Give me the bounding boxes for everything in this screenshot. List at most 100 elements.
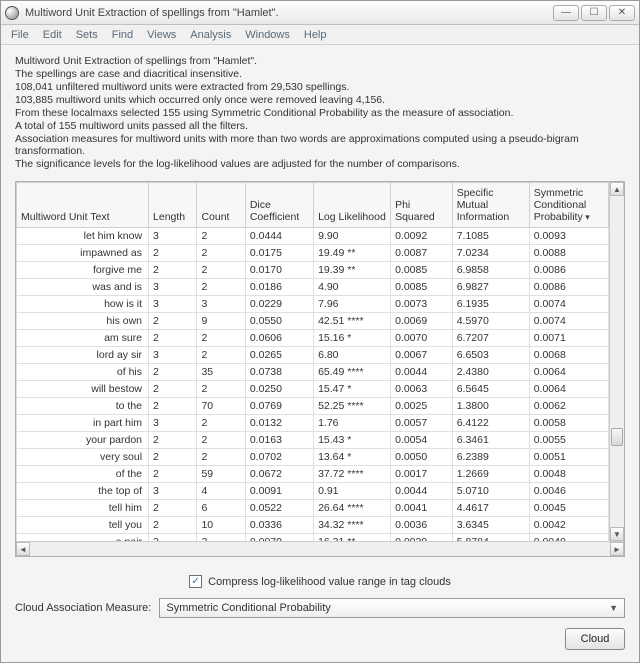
col-scp[interactable]: Symmetric Conditional Probability (529, 183, 608, 228)
hscroll-track[interactable] (30, 542, 610, 556)
col-phi[interactable]: Phi Squared (391, 183, 453, 228)
cell: a pair (17, 534, 149, 542)
scroll-track[interactable] (610, 196, 624, 527)
menu-analysis[interactable]: Analysis (184, 27, 237, 43)
table-row[interactable]: to the2700.076952.25 ****0.00251.38000.0… (17, 398, 609, 415)
table-row[interactable]: very soul220.070213.64 *0.00506.23890.00… (17, 449, 609, 466)
scroll-thumb[interactable] (611, 428, 623, 446)
info-line: Multiword Unit Extraction of spellings f… (15, 55, 625, 67)
info-line: The spellings are case and diacritical i… (15, 68, 625, 80)
measure-value: Symmetric Conditional Probability (166, 602, 330, 614)
col-dice[interactable]: Dice Coefficient (245, 183, 313, 228)
cell: 0.0044 (391, 364, 453, 381)
table-row[interactable]: the top of340.00910.910.00445.07100.0046 (17, 483, 609, 500)
cell: 9.90 (314, 228, 391, 245)
compress-row: ✓ Compress log-likelihood value range in… (15, 575, 625, 588)
table-row[interactable]: tell you2100.033634.32 ****0.00363.63450… (17, 517, 609, 534)
vertical-scrollbar[interactable]: ▲ ▼ (609, 182, 624, 541)
cell: 0.0062 (529, 398, 608, 415)
table-row[interactable]: of the2590.067237.72 ****0.00171.26690.0… (17, 466, 609, 483)
cell: 2 (149, 517, 197, 534)
cell: 0.0048 (529, 466, 608, 483)
cloud-button[interactable]: Cloud (565, 628, 625, 650)
measure-select[interactable]: Symmetric Conditional Probability ▼ (159, 598, 625, 618)
table-row[interactable]: will bestow220.025015.47 *0.00636.56450.… (17, 381, 609, 398)
table-row[interactable]: a pair220.007916.31 **0.00395.87840.0040 (17, 534, 609, 542)
cell: 0.0186 (245, 279, 313, 296)
col-smi[interactable]: Specific Mutual Information (452, 183, 529, 228)
cell: 1.2669 (452, 466, 529, 483)
cell: 0.0055 (529, 432, 608, 449)
table-row[interactable]: let him know320.04449.900.00927.10850.00… (17, 228, 609, 245)
table-row[interactable]: impawned as220.017519.49 **0.00877.02340… (17, 245, 609, 262)
app-icon (5, 6, 19, 20)
cell: 2 (149, 534, 197, 542)
cell: 34.32 **** (314, 517, 391, 534)
cell: 6.4122 (452, 415, 529, 432)
cell: 0.0229 (245, 296, 313, 313)
cell: 1.3800 (452, 398, 529, 415)
col-loglik[interactable]: Log Likelihood (314, 183, 391, 228)
table-row[interactable]: of his2350.073865.49 ****0.00442.43800.0… (17, 364, 609, 381)
cell: 6.6503 (452, 347, 529, 364)
horizontal-scrollbar[interactable]: ◄ ► (16, 541, 624, 556)
cell: 0.0067 (391, 347, 453, 364)
table-row[interactable]: was and is320.01864.900.00856.98270.0086 (17, 279, 609, 296)
table-row[interactable]: lord ay sir320.02656.800.00676.65030.006… (17, 347, 609, 364)
menu-help[interactable]: Help (298, 27, 333, 43)
menu-sets[interactable]: Sets (70, 27, 104, 43)
table-row[interactable]: his own290.055042.51 ****0.00694.59700.0… (17, 313, 609, 330)
compress-label: Compress log-likelihood value range in t… (208, 576, 451, 588)
menu-edit[interactable]: Edit (37, 27, 68, 43)
maximize-button[interactable]: ☐ (581, 5, 607, 21)
cell: 1.76 (314, 415, 391, 432)
menubar: File Edit Sets Find Views Analysis Windo… (1, 25, 639, 45)
cell: 0.91 (314, 483, 391, 500)
cell: 6.5645 (452, 381, 529, 398)
menu-file[interactable]: File (5, 27, 35, 43)
cell: 26.64 **** (314, 500, 391, 517)
table-row[interactable]: tell him260.052226.64 ****0.00414.46170.… (17, 500, 609, 517)
titlebar: Multiword Unit Extraction of spellings f… (1, 1, 639, 25)
cell: of his (17, 364, 149, 381)
minimize-button[interactable]: — (553, 5, 579, 21)
col-text[interactable]: Multiword Unit Text (17, 183, 149, 228)
results-table: Multiword Unit Text Length Count Dice Co… (16, 182, 609, 541)
cell: 0.0092 (391, 228, 453, 245)
menu-views[interactable]: Views (141, 27, 182, 43)
cell: 0.0163 (245, 432, 313, 449)
menu-windows[interactable]: Windows (239, 27, 296, 43)
col-length[interactable]: Length (149, 183, 197, 228)
col-count[interactable]: Count (197, 183, 245, 228)
scroll-right-icon[interactable]: ► (610, 542, 624, 556)
close-button[interactable]: ✕ (609, 5, 635, 21)
cell: 0.0444 (245, 228, 313, 245)
table-row[interactable]: your pardon220.016315.43 *0.00546.34610.… (17, 432, 609, 449)
scroll-left-icon[interactable]: ◄ (16, 542, 30, 556)
scroll-up-icon[interactable]: ▲ (610, 182, 624, 196)
cell: 0.0039 (391, 534, 453, 542)
cell: 2 (149, 500, 197, 517)
cell: your pardon (17, 432, 149, 449)
info-line: A total of 155 multiword units passed al… (15, 120, 625, 132)
scroll-down-icon[interactable]: ▼ (610, 527, 624, 541)
cell: the top of (17, 483, 149, 500)
cell: 2 (149, 313, 197, 330)
table-row[interactable]: am sure220.060615.16 *0.00706.72070.0071 (17, 330, 609, 347)
table-row[interactable]: in part him320.01321.760.00576.41220.005… (17, 415, 609, 432)
table-row[interactable]: forgive me220.017019.39 **0.00856.98580.… (17, 262, 609, 279)
cell: of the (17, 466, 149, 483)
cell: 0.0086 (529, 279, 608, 296)
cell: 65.49 **** (314, 364, 391, 381)
chevron-down-icon: ▼ (609, 603, 618, 613)
cell: 0.0091 (245, 483, 313, 500)
compress-checkbox[interactable]: ✓ (189, 575, 202, 588)
cell: 37.72 **** (314, 466, 391, 483)
cell: 35 (197, 364, 245, 381)
table-row[interactable]: how is it330.02297.960.00736.19350.0074 (17, 296, 609, 313)
content-body: Multiword Unit Extraction of spellings f… (1, 45, 639, 565)
cell: 0.0074 (529, 296, 608, 313)
menu-find[interactable]: Find (106, 27, 139, 43)
results-table-wrap: Multiword Unit Text Length Count Dice Co… (15, 181, 625, 557)
cell: 3 (149, 279, 197, 296)
